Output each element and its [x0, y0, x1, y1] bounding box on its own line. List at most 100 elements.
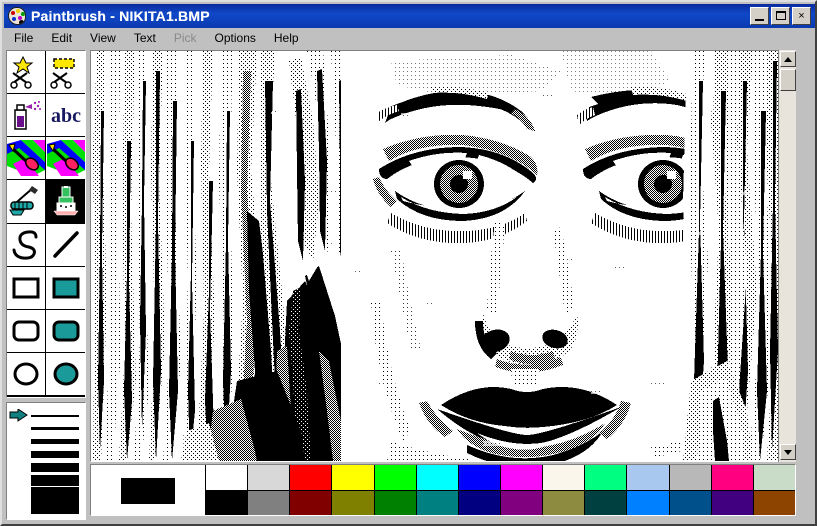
polygon-outline-icon	[10, 396, 42, 397]
palette-swatch[interactable]	[585, 490, 627, 515]
menu-item-file[interactable]: File	[6, 29, 41, 47]
tool-free-form-select[interactable]	[7, 51, 46, 95]
tool-text[interactable]: abc	[46, 94, 85, 138]
line-width-option[interactable]	[9, 435, 81, 448]
palette-swatch[interactable]	[543, 490, 585, 515]
menu-item-options[interactable]: Options	[207, 29, 264, 47]
tool-color-eraser[interactable]	[7, 137, 46, 181]
tool-line[interactable]	[46, 223, 85, 267]
foreground-color-swatch	[121, 478, 175, 504]
color-palette[interactable]	[90, 464, 796, 516]
close-button[interactable]: ×	[792, 7, 811, 25]
paint-brush-icon	[48, 185, 83, 218]
palette-swatch[interactable]	[627, 490, 669, 515]
scroll-up-icon	[783, 57, 792, 62]
line-width-bar-1	[31, 414, 79, 417]
palette-swatch[interactable]	[248, 465, 290, 491]
line-width-option[interactable]	[9, 474, 81, 487]
maximize-button[interactable]	[771, 7, 790, 25]
tool-paint-roller[interactable]	[7, 180, 46, 224]
palette-swatch[interactable]	[416, 490, 458, 515]
palette-swatch[interactable]	[458, 465, 500, 491]
palette-swatch[interactable]	[290, 490, 332, 515]
palette-swatch[interactable]	[543, 465, 585, 491]
palette-swatch[interactable]	[627, 465, 669, 491]
drawing-canvas[interactable]	[90, 50, 796, 462]
line-width-option[interactable]	[9, 499, 81, 514]
line-width-selector[interactable]	[6, 402, 86, 520]
palette-swatch[interactable]	[458, 490, 500, 515]
menu-item-text[interactable]: Text	[126, 29, 164, 47]
menu-item-view[interactable]: View	[82, 29, 124, 47]
palette-column	[332, 465, 375, 515]
palette-swatch[interactable]	[416, 465, 458, 491]
tool-eraser[interactable]	[46, 137, 85, 181]
teal-arrow-icon	[9, 408, 28, 422]
curve-icon	[12, 229, 38, 260]
tool-polygon-outline[interactable]	[7, 396, 46, 397]
line-width-option[interactable]	[9, 422, 81, 435]
palette-swatch[interactable]	[753, 490, 795, 515]
palette-swatch[interactable]	[206, 465, 248, 491]
tool-rounded-rectangle-filled[interactable]	[46, 309, 85, 353]
bitmap-image[interactable]	[91, 51, 779, 461]
line-width-bar-6	[31, 475, 79, 486]
menu-bar: File Edit View Text Pick Options Help	[4, 28, 815, 49]
menu-item-help[interactable]: Help	[266, 29, 307, 47]
tool-rectangle-outline[interactable]	[7, 266, 46, 310]
rectangle-filled-icon	[52, 277, 79, 299]
line-width-bar-5	[31, 463, 79, 472]
window-title: Paintbrush - NIKITA1.BMP	[31, 8, 210, 24]
menu-item-pick: Pick	[173, 31, 197, 45]
palette-column	[543, 465, 586, 515]
minimize-button[interactable]	[750, 7, 769, 25]
line-width-option[interactable]	[9, 408, 81, 422]
palette-swatch[interactable]	[669, 465, 711, 491]
line-width-option[interactable]	[9, 461, 81, 474]
canvas-vertical-scrollbar[interactable]	[778, 50, 796, 462]
scroll-up-button[interactable]	[779, 51, 796, 67]
tool-airbrush[interactable]	[7, 94, 46, 138]
palette-swatch[interactable]	[711, 490, 753, 515]
palette-column	[753, 465, 795, 515]
tool-ellipse-filled[interactable]	[46, 352, 85, 396]
current-colors-indicator[interactable]	[91, 465, 206, 515]
palette-swatch[interactable]	[500, 490, 543, 515]
palette-column	[585, 465, 628, 515]
scroll-thumb[interactable]	[780, 69, 796, 91]
scroll-down-button[interactable]	[780, 444, 796, 460]
tool-ellipse-outline[interactable]	[7, 352, 46, 396]
palette-swatch[interactable]	[374, 465, 416, 491]
scissors-star-icon	[10, 55, 34, 89]
selection-arrow-cell	[9, 474, 31, 487]
line-width-option[interactable]	[9, 448, 81, 461]
palette-swatch[interactable]	[248, 490, 290, 515]
tool-curve[interactable]	[7, 223, 46, 267]
scroll-down-icon	[784, 450, 792, 455]
abc-text-icon: abc	[51, 105, 81, 127]
polygon-filled-icon	[50, 396, 82, 397]
tool-brush[interactable]	[46, 180, 85, 224]
ellipse-outline-icon	[13, 362, 39, 386]
tool-rounded-rectangle-outline[interactable]	[7, 309, 46, 353]
palette-swatch[interactable]	[711, 465, 753, 491]
selection-arrow-cell	[9, 461, 31, 474]
palette-swatch[interactable]	[500, 465, 543, 491]
menu-item-edit[interactable]: Edit	[43, 29, 80, 47]
selection-arrow-cell	[9, 448, 31, 461]
toolbox: abc	[6, 50, 86, 398]
palette-swatch[interactable]	[206, 490, 248, 515]
palette-column	[206, 465, 249, 515]
palette-swatch[interactable]	[585, 465, 627, 491]
palette-swatch[interactable]	[332, 490, 374, 515]
palette-swatch[interactable]	[669, 490, 711, 515]
tool-rectangle-filled[interactable]	[46, 266, 85, 310]
palette-swatch[interactable]	[290, 465, 332, 491]
palette-swatch[interactable]	[753, 465, 795, 491]
palette-column	[290, 465, 333, 515]
tool-rectangle-select[interactable]	[46, 51, 85, 95]
palette-swatch[interactable]	[332, 465, 374, 491]
tool-polygon-filled[interactable]	[46, 396, 85, 397]
line-icon	[52, 230, 79, 258]
palette-swatch[interactable]	[374, 490, 416, 515]
